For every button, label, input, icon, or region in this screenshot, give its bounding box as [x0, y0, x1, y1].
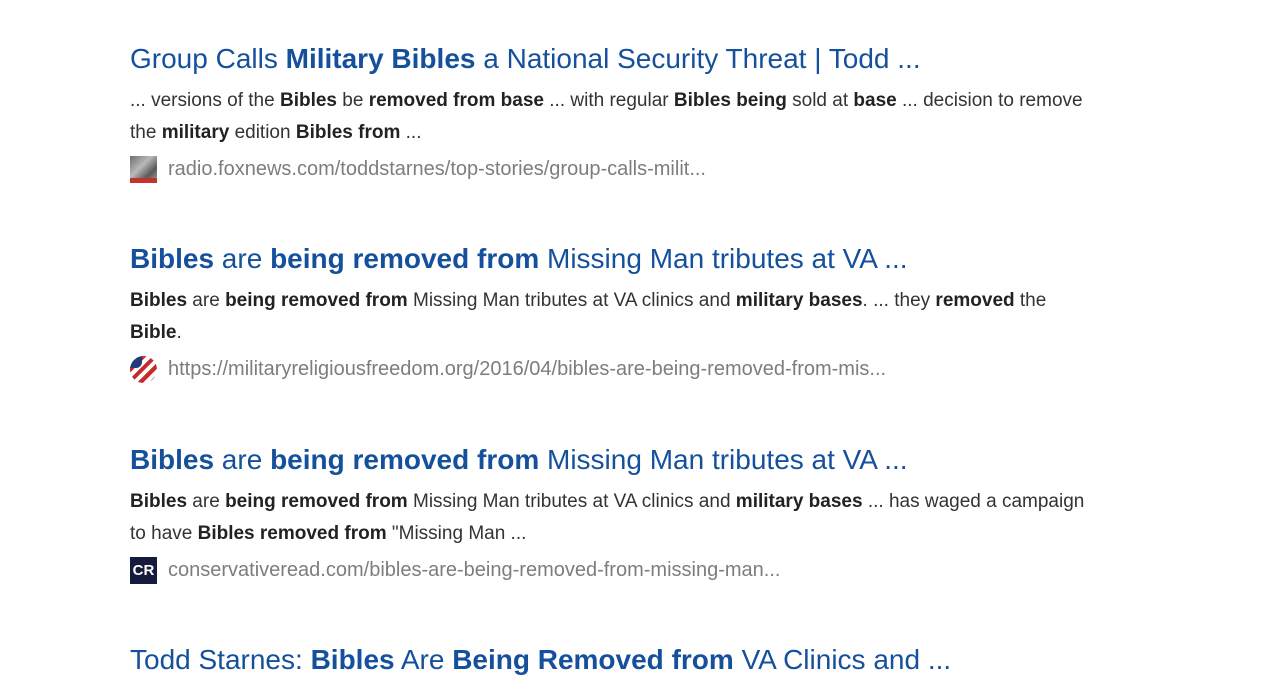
search-result: Group Calls Military Bibles a National S…: [130, 40, 1130, 183]
result-title-link[interactable]: Group Calls Military Bibles a National S…: [130, 40, 1130, 78]
highlighted-term: Bibles: [130, 491, 188, 512]
result-snippet: Bibles are being removed from Missing Ma…: [130, 285, 1095, 349]
highlighted-term: Bibles removed from: [197, 523, 387, 544]
result-url-row: https://militaryreligiousfreedom.org/201…: [130, 355, 1130, 383]
highlighted-term: military: [161, 122, 230, 143]
result-url-link[interactable]: radio.foxnews.com/toddstarnes/top-storie…: [168, 155, 706, 183]
search-result: Bibles are being removed from Missing Ma…: [130, 240, 1130, 383]
highlighted-term: Being Removed from: [452, 644, 734, 675]
highlighted-term: military bases: [735, 290, 863, 311]
text-segment: are: [214, 243, 271, 274]
text-segment: "Missing Man ...: [386, 523, 527, 544]
text-segment: ...: [400, 122, 422, 143]
highlighted-term: being removed from: [270, 444, 540, 475]
text-segment: a National Security Threat | Todd ...: [475, 43, 921, 74]
result-url-row: CR conservativeread.com/bibles-are-being…: [130, 556, 1130, 584]
highlighted-term: Bibles: [279, 90, 337, 111]
text-segment: Missing Man tributes at VA clinics and: [407, 491, 736, 512]
result-url-link[interactable]: conservativeread.com/bibles-are-being-re…: [168, 556, 780, 584]
result-snippet: ... versions of the Bibles be removed fr…: [130, 85, 1095, 149]
result-snippet: Bibles are being removed from Missing Ma…: [130, 486, 1095, 550]
text-segment: Missing Man tributes at VA clinics and: [407, 290, 736, 311]
text-segment: Are: [394, 644, 453, 675]
text-segment: ... with regular: [544, 90, 674, 111]
highlighted-term: Bibles: [310, 644, 395, 675]
text-segment: ... versions of the: [130, 90, 280, 111]
highlighted-term: being removed from: [225, 290, 408, 311]
text-segment: are: [187, 491, 226, 512]
highlighted-term: Military Bibles: [285, 43, 476, 74]
text-segment: are: [187, 290, 226, 311]
text-segment: .: [176, 322, 182, 343]
highlighted-term: base: [853, 90, 897, 111]
result-title-link[interactable]: Todd Starnes: Bibles Are Being Removed f…: [130, 641, 1130, 679]
result-title-link[interactable]: Bibles are being removed from Missing Ma…: [130, 240, 1130, 278]
highlighted-term: Bibles from: [295, 122, 401, 143]
result-title-link[interactable]: Bibles are being removed from Missing Ma…: [130, 441, 1130, 479]
mrff-favicon-icon: [130, 355, 157, 383]
search-result: Bibles are being removed from Missing Ma…: [130, 441, 1130, 584]
text-segment: are: [214, 444, 271, 475]
highlighted-term: removed from base: [368, 90, 544, 111]
text-segment: the: [1014, 290, 1047, 311]
foxnews-favicon-icon: [130, 155, 157, 183]
result-url-row: radio.foxnews.com/toddstarnes/top-storie…: [130, 155, 1130, 183]
text-segment: VA Clinics and ...: [733, 644, 952, 675]
highlighted-term: military bases: [735, 491, 863, 512]
conservativeread-favicon-icon: CR: [130, 556, 157, 584]
highlighted-term: Bibles: [130, 290, 188, 311]
text-segment: . ... they: [862, 290, 936, 311]
highlighted-term: Bibles: [130, 243, 215, 274]
highlighted-term: Bibles: [130, 444, 215, 475]
highlighted-term: Bible: [130, 322, 177, 343]
highlighted-term: Bibles being: [673, 90, 787, 111]
text-segment: Group Calls: [130, 43, 286, 74]
result-url-link[interactable]: https://militaryreligiousfreedom.org/201…: [168, 355, 886, 383]
text-segment: Missing Man tributes at VA ...: [539, 243, 908, 274]
text-segment: Missing Man tributes at VA ...: [539, 444, 908, 475]
search-result: Todd Starnes: Bibles Are Being Removed f…: [130, 641, 1130, 679]
text-segment: be: [337, 90, 369, 111]
highlighted-term: removed: [935, 290, 1015, 311]
text-segment: edition: [229, 122, 296, 143]
text-segment: sold at: [786, 90, 854, 111]
text-segment: Todd Starnes:: [130, 644, 311, 675]
highlighted-term: being removed from: [225, 491, 408, 512]
highlighted-term: being removed from: [270, 243, 540, 274]
